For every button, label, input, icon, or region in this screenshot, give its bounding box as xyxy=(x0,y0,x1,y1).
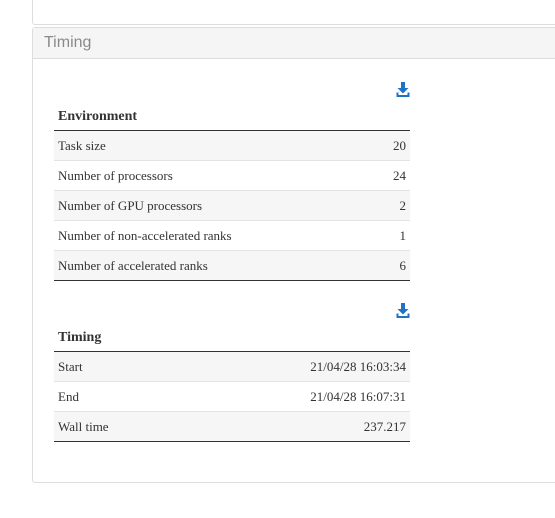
environment-section: Environment Task size 20 Number of proce… xyxy=(54,80,410,281)
row-label: Task size xyxy=(54,131,374,161)
table-row: Number of processors 24 xyxy=(54,160,410,191)
previous-panel xyxy=(32,0,555,25)
row-value: 6 xyxy=(373,250,410,281)
row-value: 21/04/28 16:03:34 xyxy=(182,352,410,382)
row-label: Number of accelerated ranks xyxy=(54,250,374,281)
timing-title: Timing xyxy=(54,325,410,352)
download-row-environment xyxy=(54,80,410,104)
table-row: Start 21/04/28 16:03:34 xyxy=(54,352,410,382)
environment-title: Environment xyxy=(54,104,410,131)
download-row-timing xyxy=(54,301,410,325)
row-label: Number of GPU processors xyxy=(54,190,374,221)
timing-section: Timing Start 21/04/28 16:03:34 End 21/04… xyxy=(54,301,410,442)
table-row: End 21/04/28 16:07:31 xyxy=(54,381,410,412)
row-label: Number of non-accelerated ranks xyxy=(54,220,374,251)
timing-table: Start 21/04/28 16:03:34 End 21/04/28 16:… xyxy=(54,352,410,442)
table-row: Wall time 237.217 xyxy=(54,411,410,442)
table-row: Task size 20 xyxy=(54,131,410,161)
environment-table: Task size 20 Number of processors 24 Num… xyxy=(54,131,410,281)
row-label: Number of processors xyxy=(54,160,374,191)
table-row: Number of non-accelerated ranks 1 xyxy=(54,220,410,251)
table-row: Number of accelerated ranks 6 xyxy=(54,250,410,281)
row-label: Start xyxy=(54,352,183,382)
panel-heading[interactable]: Timing xyxy=(33,28,555,59)
row-value: 21/04/28 16:07:31 xyxy=(182,381,410,412)
timing-panel: Timing Environment Task size 20 Number o… xyxy=(32,27,555,483)
row-value: 237.217 xyxy=(182,411,410,442)
table-row: Number of GPU processors 2 xyxy=(54,190,410,221)
row-value: 1 xyxy=(373,220,410,251)
row-label: End xyxy=(54,381,183,412)
row-value: 24 xyxy=(373,160,410,191)
download-icon[interactable] xyxy=(396,303,410,319)
download-icon[interactable] xyxy=(396,82,410,98)
row-value: 20 xyxy=(373,131,410,161)
row-label: Wall time xyxy=(54,411,183,442)
row-value: 2 xyxy=(373,190,410,221)
